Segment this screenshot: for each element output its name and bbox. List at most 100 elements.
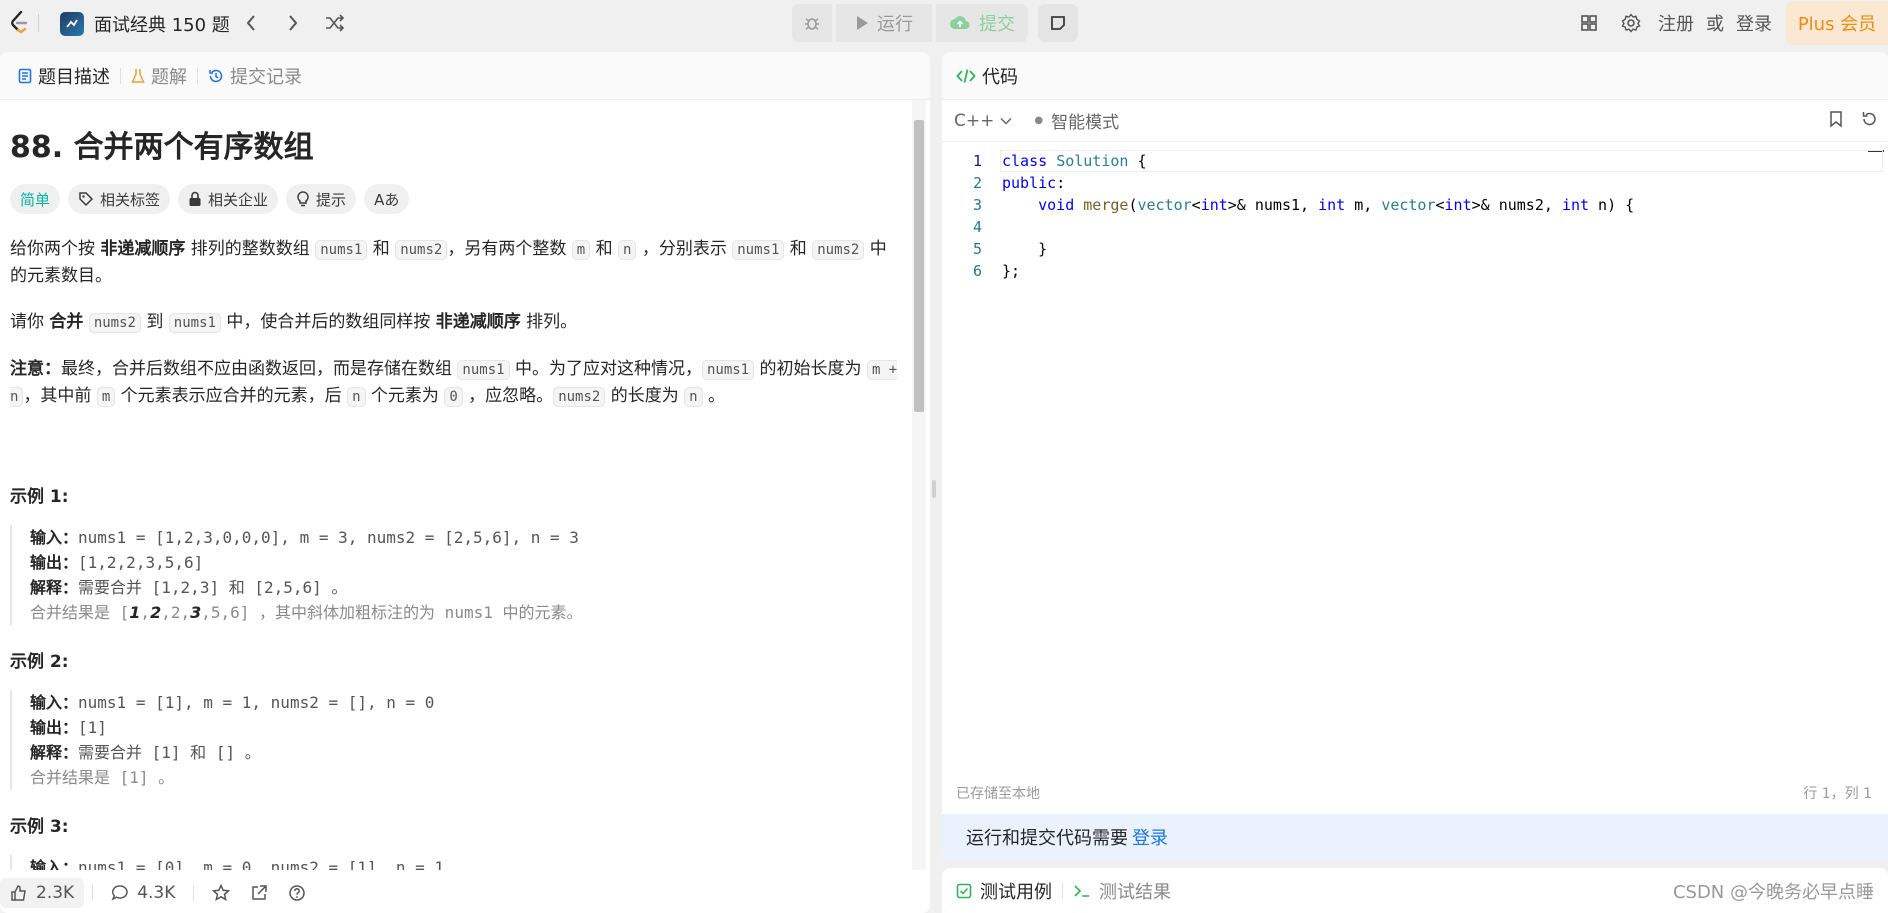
watermark: CSDN @今晚务必早点睡 (1672, 882, 1874, 903)
inline-code: nums1 (315, 240, 368, 260)
smart-mode-toggle[interactable]: ● 智能模式 (1034, 108, 1119, 133)
example-1-block: 输入：nums1 = [1,2,3,0,0,0], m = 3, nums2 =… (10, 525, 902, 625)
smart-mode-label: 智能模式 (1051, 113, 1120, 133)
inline-code: n (684, 387, 703, 407)
save-status: 已存储至本地 (956, 786, 1040, 802)
text: , (140, 603, 151, 622)
code-line: 5 } (942, 238, 1888, 260)
comments-button[interactable]: 4.3K (101, 878, 185, 908)
text: ，其中前 (23, 386, 97, 406)
play-icon (857, 16, 868, 30)
text: ,2, (161, 603, 191, 622)
label: 输入： (30, 858, 79, 870)
favorite-button[interactable] (202, 878, 240, 908)
tab-submissions[interactable]: 提交记录 (198, 52, 312, 99)
leetcode-logo-icon[interactable] (6, 9, 32, 35)
code-line: 6 }; (942, 260, 1888, 282)
plus-membership-button[interactable]: Plus 会员 (1786, 1, 1888, 45)
inline-code: nums1 (168, 313, 221, 333)
translate-badge[interactable]: Aあ (364, 184, 410, 214)
text: 合并结果是 [ (30, 603, 130, 622)
language-select[interactable]: C++ (954, 111, 1012, 131)
line-number: 1 (972, 152, 982, 170)
run-button[interactable]: 运行 (836, 4, 932, 42)
tab-description[interactable]: 题目描述 (8, 52, 120, 99)
problem-panel: 题目描述 题解 提交记录 88. 合并两个有序数组 简单 相关标签 相关企业 提… (0, 52, 930, 913)
related-companies-badge[interactable]: 相关企业 (178, 184, 279, 214)
text: 个元素表示应合并的元素，后 (115, 386, 348, 406)
line-number: 5 (972, 240, 982, 258)
login-prompt-link[interactable]: 登录 (1132, 824, 1168, 850)
text: 中。为了应对这种情况， (509, 359, 702, 379)
text: 最终，合并后数组不应由函数返回，而是存储在数组 (61, 359, 458, 379)
testcase-panel: 测试用例 测试结果 CSDN @今晚务必早点睡 (942, 868, 1888, 913)
comment-icon (111, 885, 128, 901)
example-input: 输入：nums1 = [1], m = 1, nums2 = [], n = 0 (30, 690, 902, 715)
dot-icon: ● (1034, 115, 1044, 126)
line-number: 3 (972, 196, 982, 214)
line-number: 2 (972, 174, 982, 192)
hints-badge[interactable]: 提示 (286, 184, 357, 214)
bookmark-icon[interactable] (1828, 110, 1844, 128)
share-button[interactable] (240, 878, 278, 908)
text: 中，使合并后的数组同样按 (220, 312, 436, 332)
problem-footer: 2.3K 4.3K (0, 873, 930, 913)
lightbulb-icon (297, 191, 309, 207)
difficulty-label: 简单 (20, 190, 51, 209)
related-tags-badge[interactable]: 相关标签 (68, 184, 171, 214)
help-button[interactable] (278, 878, 316, 908)
study-plan-title: 面试经典 150 题 (94, 15, 230, 36)
current-line-highlight (1000, 150, 1883, 172)
tab-description-label: 题目描述 (38, 66, 110, 88)
tab-test-results[interactable]: 测试结果 (1073, 878, 1171, 904)
problem-scrollbar[interactable] (912, 100, 926, 870)
problem-number: 88. (10, 130, 64, 165)
label: 输出： (30, 553, 79, 572)
code-text: }; (1002, 262, 1021, 280)
text: 。 (702, 386, 725, 406)
reset-icon[interactable] (1860, 110, 1878, 128)
chevron-left-icon (246, 15, 255, 31)
example-explanation: 解释：需要合并 [1,2,3] 和 [2,5,6] 。 (30, 575, 902, 600)
problem-title-text[interactable]: 合并两个有序数组 (74, 130, 314, 165)
register-link[interactable]: 注册 (1652, 10, 1700, 36)
layout-button[interactable] (1568, 8, 1610, 38)
tab-submissions-label: 提交记录 (230, 66, 302, 88)
text-bold: 非递减顺序 (435, 312, 521, 332)
random-problem-button[interactable] (322, 11, 348, 35)
notes-button[interactable] (1038, 4, 1078, 42)
code-editor[interactable]: 1 class Solution { 2 public: 3 void merg… (942, 142, 1888, 782)
tab-solutions[interactable]: 题解 (121, 52, 197, 99)
code-line: 1 class Solution { (942, 150, 1888, 172)
example-note: 合并结果是 [1] 。 (30, 768, 175, 787)
scrollbar-thumb[interactable] (914, 120, 924, 412)
login-prompt-text: 运行和提交代码需要 (966, 828, 1128, 849)
tag-icon (79, 192, 94, 207)
submit-button[interactable]: 提交 (936, 4, 1028, 42)
example-3-title: 示例 3: (10, 817, 69, 837)
value: nums1 = [1], m = 1, nums2 = [], n = 0 (78, 693, 435, 712)
text: 和 (367, 239, 396, 259)
terminal-icon (1074, 884, 1089, 897)
panel-resize-handle[interactable] (932, 480, 936, 498)
divider (1062, 882, 1063, 899)
text: ，另有两个整数 (447, 239, 572, 259)
tab-testcases[interactable]: 测试用例 (956, 878, 1052, 904)
debug-button[interactable] (792, 4, 832, 42)
text-bold: 非递减顺序 (100, 239, 186, 259)
cursor-position: 行 1，列 1 (1803, 786, 1872, 802)
like-button[interactable]: 2.3K (0, 878, 85, 908)
problem-badges: 简单 相关标签 相关企业 提示 Aあ (10, 184, 902, 214)
code-line: 3 void merge(vector<int>& nums1, int m, … (942, 194, 1888, 216)
text-bold-italic: 1 (129, 603, 141, 622)
editor-toolbar: C++ ● 智能模式 (942, 100, 1888, 142)
top-right-actions: 注册 或 登录 Plus 会员 (1568, 0, 1888, 46)
code-text: public: (1002, 174, 1066, 192)
code-panel-header: 代码 (942, 52, 1888, 100)
next-problem-button[interactable] (280, 11, 306, 35)
study-plan-link[interactable]: 面试经典 150 题 (60, 11, 230, 37)
prev-problem-button[interactable] (238, 11, 264, 35)
login-link[interactable]: 登录 (1730, 10, 1778, 36)
settings-button[interactable] (1610, 8, 1652, 38)
label: 解释： (30, 578, 79, 597)
